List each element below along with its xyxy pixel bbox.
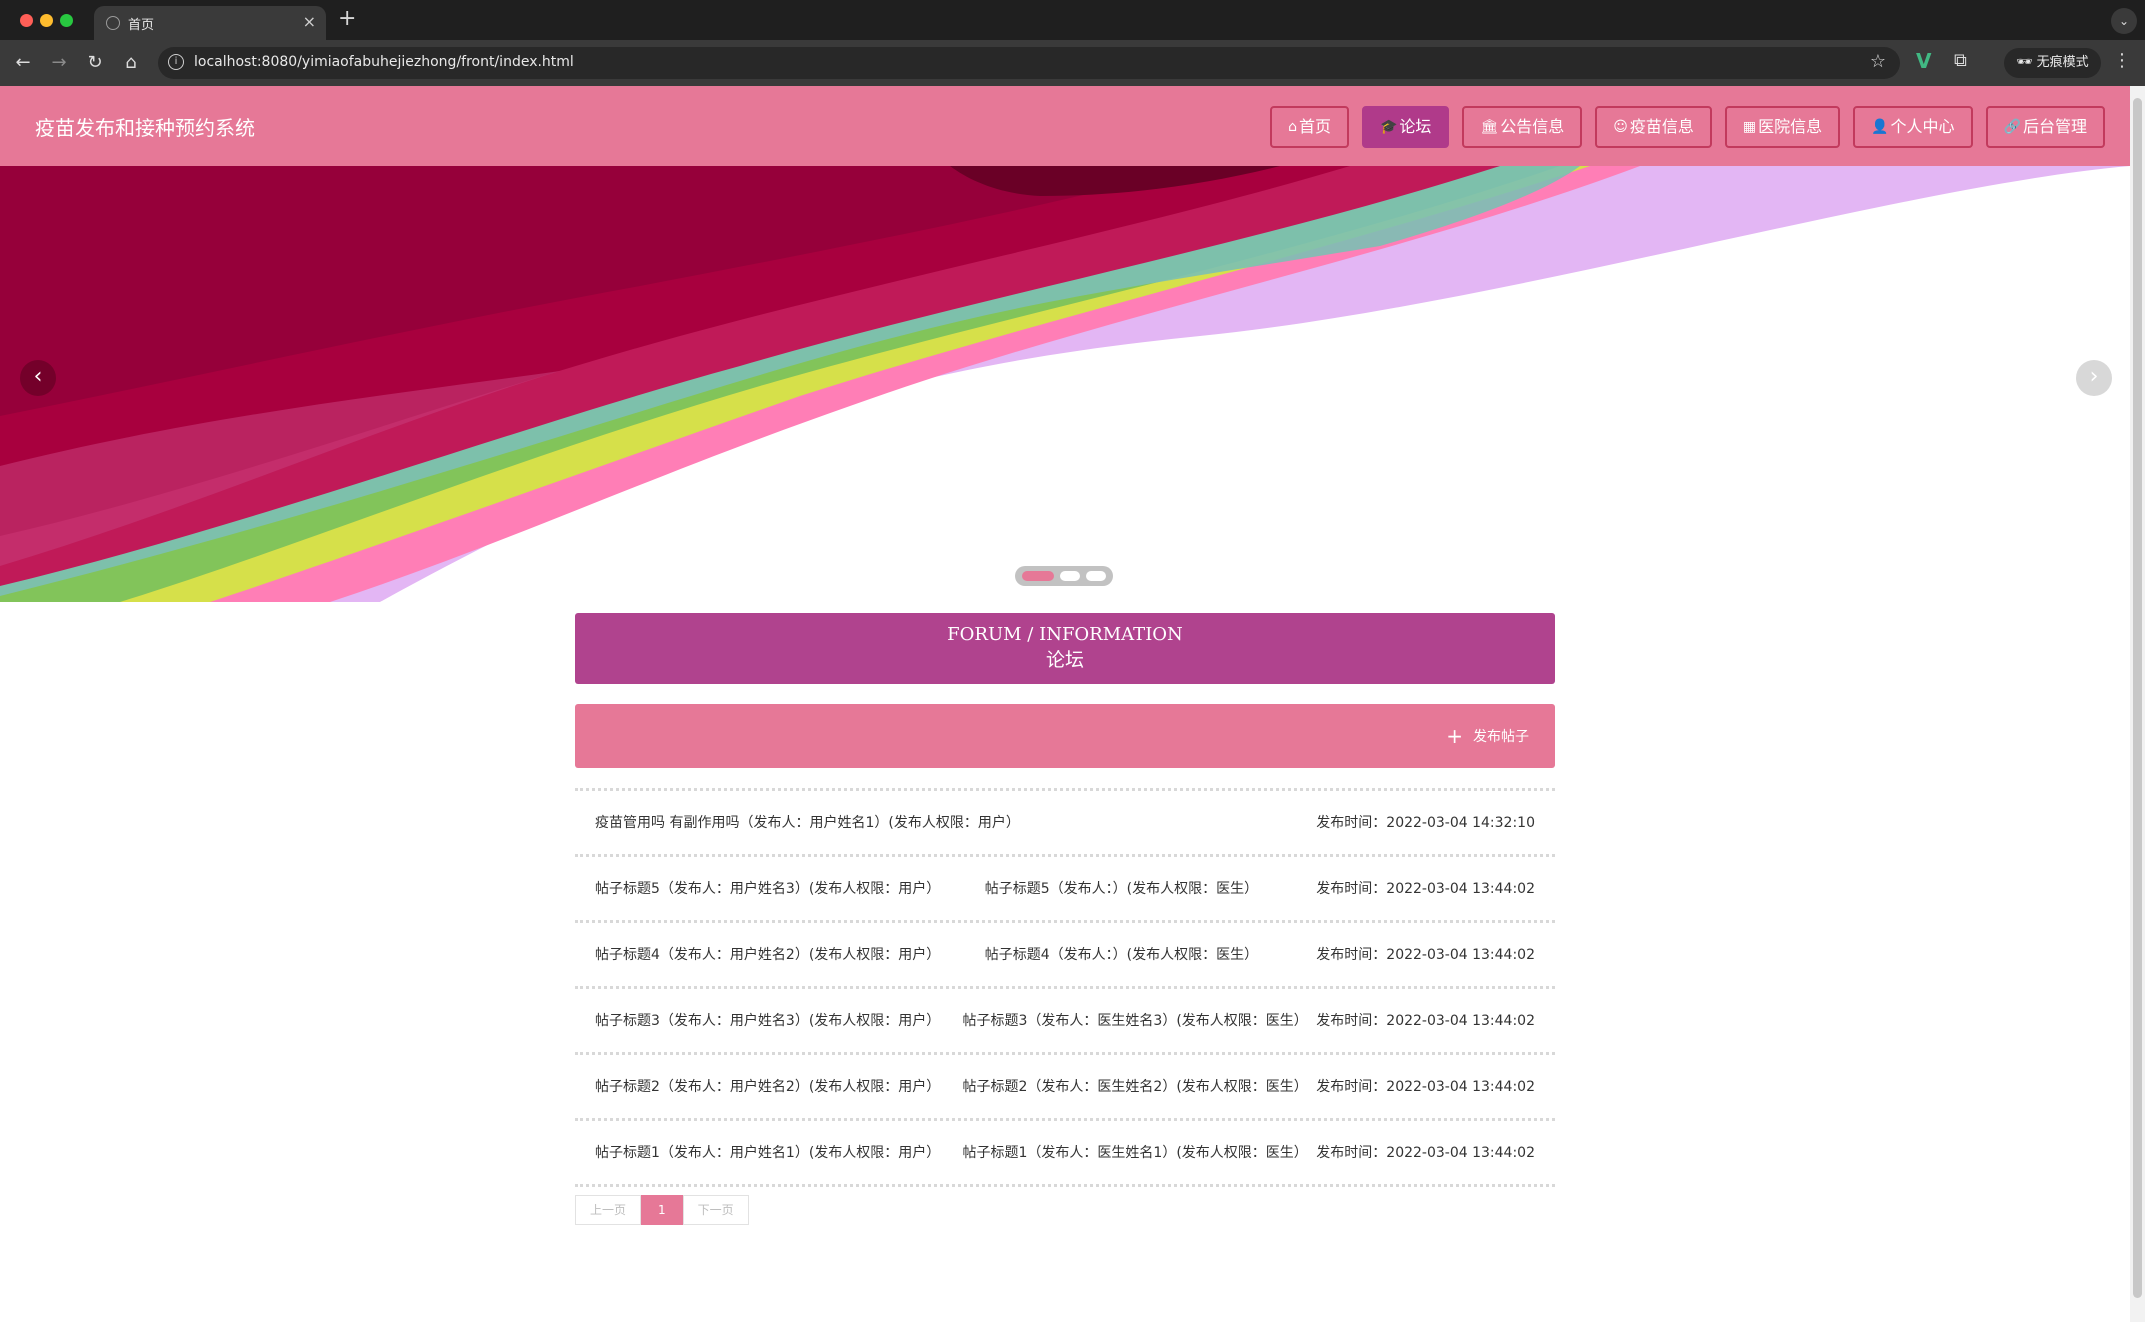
plus-icon: + — [1446, 724, 1463, 748]
close-window-button[interactable] — [20, 14, 33, 27]
nav-item-vaccines[interactable]: ☺ 疫苗信息 — [1595, 106, 1712, 148]
post-title[interactable]: 帖子标题3（发布人：用户姓名3）(发布人权限：用户） 帖子标题3（发布人：医生姓… — [595, 1010, 1308, 1030]
nav-item-label: 疫苗信息 — [1629, 117, 1694, 136]
home-icon: ⌂ — [1288, 119, 1297, 135]
browser-toolbar: ← → ↻ ⌂ i localhost:8080/yimiaofabuhejie… — [0, 40, 2145, 86]
list-item[interactable]: 帖子标题5（发布人：用户姓名3）(发布人权限：用户） 帖子标题5（发布人：）(发… — [575, 857, 1555, 923]
forum-heading-en: FORUM / INFORMATION — [947, 624, 1183, 645]
page-viewport: 疫苗发布和接种预约系统 ⌂ 首页 🎓 论坛 🏛 公告信息 ☺ 疫苗信息 ▦ 医院… — [0, 86, 2145, 1322]
forum-heading: FORUM / INFORMATION 论坛 — [575, 613, 1555, 684]
publish-post-label: 发布帖子 — [1473, 729, 1529, 745]
back-arrow-icon[interactable]: ← — [10, 50, 36, 76]
url-text[interactable]: localhost:8080/yimiaofabuhejiezhong/fron… — [194, 54, 574, 70]
post-list: 疫苗管用吗 有副作用吗（发布人：用户姓名1）(发布人权限：用户） 发布时间：20… — [575, 788, 1555, 1187]
post-title[interactable]: 帖子标题4（发布人：用户姓名2）(发布人权限：用户） 帖子标题4（发布人：）(发… — [595, 944, 1258, 964]
forum-heading-cn: 论坛 — [1045, 649, 1084, 671]
nav-item-hospitals[interactable]: ▦ 医院信息 — [1724, 106, 1841, 148]
forward-arrow-icon[interactable]: → — [46, 50, 72, 76]
nav-item-label: 后台管理 — [2022, 117, 2087, 136]
nav-item-label: 论坛 — [1399, 117, 1432, 136]
incognito-label: 无痕模式 — [2036, 55, 2089, 70]
next-page-button[interactable]: 下一页 — [682, 1195, 749, 1225]
nav-item-home[interactable]: ⌂ 首页 — [1270, 106, 1349, 148]
list-item[interactable]: 疫苗管用吗 有副作用吗（发布人：用户姓名1）(发布人权限：用户） 发布时间：20… — [575, 791, 1555, 857]
incognito-badge[interactable]: 🕶 无痕模式 — [2004, 48, 2101, 78]
nav-item-admin[interactable]: 🔗 后台管理 — [1985, 106, 2105, 148]
banner-image — [0, 166, 2130, 602]
nav-item-announcements[interactable]: 🏛 公告信息 — [1462, 106, 1583, 148]
publish-post-button[interactable]: + 发布帖子 — [1446, 726, 1529, 746]
list-item[interactable]: 帖子标题4（发布人：用户姓名2）(发布人权限：用户） 帖子标题4（发布人：）(发… — [575, 923, 1555, 989]
carousel-dot[interactable] — [1086, 571, 1106, 581]
list-item[interactable]: 帖子标题3（发布人：用户姓名3）(发布人权限：用户） 帖子标题3（发布人：医生姓… — [575, 989, 1555, 1055]
bookmark-star-icon[interactable]: ☆ — [1870, 51, 1886, 72]
forum-section: FORUM / INFORMATION 论坛 + 发布帖子 疫苗管用吗 有副作用… — [575, 613, 1555, 1225]
new-tab-button[interactable]: + — [338, 6, 356, 31]
nav-item-forum[interactable]: 🎓 论坛 — [1361, 106, 1450, 148]
graduation-cap-icon: 🎓 — [1379, 119, 1398, 135]
post-time: 发布时间：2022-03-04 13:44:02 — [1316, 947, 1535, 963]
address-bar[interactable]: i localhost:8080/yimiaofabuhejiezhong/fr… — [158, 47, 1900, 79]
hospital-icon: ▦ — [1742, 119, 1757, 135]
post-title[interactable]: 帖子标题1（发布人：用户姓名1）(发布人权限：用户） 帖子标题1（发布人：医生姓… — [595, 1142, 1308, 1162]
site-title: 疫苗发布和接种预约系统 — [35, 116, 255, 140]
scrollbar-thumb[interactable] — [2133, 98, 2142, 1298]
carousel-dot[interactable] — [1022, 571, 1054, 581]
post-title[interactable]: 帖子标题5（发布人：用户姓名3）(发布人权限：用户） 帖子标题5（发布人：）(发… — [595, 878, 1258, 898]
minimize-window-button[interactable] — [40, 14, 53, 27]
tab-title: 首页 — [128, 18, 155, 33]
nav-item-profile[interactable]: 👤 个人中心 — [1853, 106, 1973, 148]
carousel-next-button[interactable]: › — [2076, 360, 2112, 396]
carousel-prev-button[interactable]: ‹ — [20, 360, 56, 396]
post-title[interactable]: 帖子标题2（发布人：用户姓名2）(发布人权限：用户） 帖子标题2（发布人：医生姓… — [595, 1076, 1308, 1096]
home-icon[interactable]: ⌂ — [118, 50, 144, 76]
banner-carousel[interactable]: ‹ › — [0, 166, 2130, 602]
close-tab-icon[interactable]: × — [303, 12, 316, 31]
list-item[interactable]: 帖子标题1（发布人：用户姓名1）(发布人权限：用户） 帖子标题1（发布人：医生姓… — [575, 1121, 1555, 1187]
page-scrollbar[interactable] — [2130, 86, 2145, 1322]
vue-devtools-icon[interactable]: V — [1916, 49, 1931, 73]
carousel-dot[interactable] — [1060, 571, 1080, 581]
pagination: 上一页 1 下一页 — [575, 1195, 1555, 1225]
prev-page-button[interactable]: 上一页 — [575, 1195, 642, 1225]
incognito-icon: 🕶 — [2016, 55, 2033, 70]
post-time: 发布时间：2022-03-04 14:32:10 — [1316, 815, 1535, 831]
post-time: 发布时间：2022-03-04 13:44:02 — [1316, 881, 1535, 897]
main-nav: ⌂ 首页 🎓 论坛 🏛 公告信息 ☺ 疫苗信息 ▦ 医院信息 👤 个人中心 🔗 … — [1270, 106, 2105, 148]
list-item[interactable]: 帖子标题2（发布人：用户姓名2）(发布人权限：用户） 帖子标题2（发布人：医生姓… — [575, 1055, 1555, 1121]
nav-item-label: 公告信息 — [1500, 117, 1565, 136]
post-title[interactable]: 疫苗管用吗 有副作用吗（发布人：用户姓名1）(发布人权限：用户） — [595, 812, 1020, 832]
site-info-icon[interactable]: i — [168, 54, 184, 70]
globe-icon — [106, 16, 120, 30]
post-time: 发布时间：2022-03-04 13:44:02 — [1316, 1079, 1535, 1095]
user-icon: 👤 — [1871, 119, 1889, 135]
browser-menu-icon[interactable]: ⋮ — [2113, 50, 2131, 71]
post-time: 发布时间：2022-03-04 13:44:02 — [1316, 1013, 1535, 1029]
browser-tab[interactable]: 首页 × — [94, 6, 326, 40]
reload-icon[interactable]: ↻ — [82, 50, 108, 76]
nav-item-label: 个人中心 — [1890, 117, 1955, 136]
nav-item-label: 医院信息 — [1758, 117, 1823, 136]
site-header: 疫苗发布和接种预约系统 ⌂ 首页 🎓 论坛 🏛 公告信息 ☺ 疫苗信息 ▦ 医院… — [0, 86, 2130, 166]
forum-action-bar: + 发布帖子 — [575, 704, 1555, 768]
link-icon: 🔗 — [2003, 119, 2021, 135]
nav-item-label: 首页 — [1298, 117, 1331, 136]
extensions-icon[interactable]: ⧉ — [1954, 50, 1967, 71]
bank-icon: 🏛 — [1480, 119, 1499, 135]
carousel-indicators — [1015, 566, 1113, 586]
maximize-window-button[interactable] — [60, 14, 73, 27]
page-number-button[interactable]: 1 — [641, 1195, 683, 1225]
post-time: 发布时间：2022-03-04 13:44:02 — [1316, 1145, 1535, 1161]
chevron-down-icon[interactable]: ⌄ — [2111, 8, 2137, 34]
face-icon: ☺ — [1613, 119, 1628, 135]
browser-tab-strip: 首页 × + ⌄ — [0, 0, 2145, 40]
